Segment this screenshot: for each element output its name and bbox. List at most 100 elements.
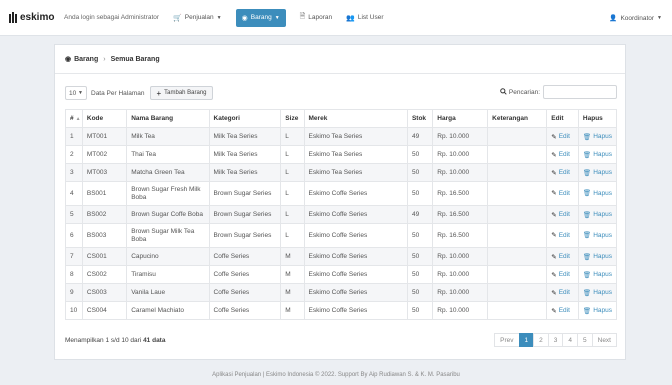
cell-hapus: 🗑 Hapus [577,205,618,224]
chevron-down-icon: ▼ [78,90,83,96]
hapus-link[interactable]: 🗑 Hapus [583,232,612,240]
edit-label: Edit [558,289,570,296]
cell-hapus: 🗑 Hapus [577,181,618,206]
edit-link[interactable]: ✎ Edit [551,211,570,219]
caret-down-icon: ▼ [657,15,662,21]
cell-size: M [280,247,305,266]
cell-hapus: 🗑 Hapus [577,283,618,302]
nav-list-user[interactable]: 👥 List User [346,0,383,36]
column-header[interactable]: Harga [432,109,489,128]
sort-asc-icon: ▲ [75,116,81,122]
hapus-link[interactable]: 🗑 Hapus [583,307,612,315]
table-body: 1 MT001 Milk Tea Milk Tea Series L Eskimo Tea… [65,127,618,320]
edit-link[interactable]: ✎ Edit [551,190,570,198]
edit-label: Edit [558,169,570,176]
trash-icon: 🗑 [582,289,592,297]
barang-table: # ▲ Kode Nama Barang Kategori Size Merek Stok Ha… [65,109,618,320]
edit-label: Edit [558,189,570,197]
pagination-page-1[interactable]: 1 [518,333,535,347]
page-length-select[interactable]: 10 ▼ [65,86,87,100]
hapus-label: Hapus [593,189,612,197]
edit-label: Edit [558,307,570,314]
cell-stok: 50 [406,181,434,206]
table-row: 2 MT002 Thai Tea Milk Tea Series L Eskimo Tea… [65,145,618,164]
hapus-link[interactable]: 🗑 Hapus [583,151,612,159]
edit-label: Edit [558,271,570,278]
cell-kategori: Coffe Series [208,247,282,266]
hapus-link[interactable]: 🗑 Hapus [583,271,612,279]
cell-kategori: Milk Tea Series [208,127,282,146]
edit-link[interactable]: ✎ Edit [551,307,570,315]
hapus-link[interactable]: 🗑 Hapus [583,211,612,219]
cell-hapus: 🗑 Hapus [577,145,618,164]
cell-nama: Thai Tea [126,145,210,164]
pencil-icon: ✎ [551,211,557,219]
cell-merek: Eskimo Coffe Series [303,223,408,248]
edit-link[interactable]: ✎ Edit [551,289,570,297]
table-header-row: # ▲ Kode Nama Barang Kategori Size Merek Stok Ha… [65,109,618,128]
table-row: 4 BS001 Brown Sugar Fresh Milk Boba Brown S… [65,181,618,206]
hapus-link[interactable]: 🗑 Hapus [583,133,612,141]
cell-harga: Rp. 10.000 [432,127,489,146]
nav-penjualan-label: Penjualan [184,14,214,21]
column-header[interactable]: Keterangan [487,109,548,128]
cell-hapus: 🗑 Hapus [577,265,618,284]
cell-nama: Matcha Green Tea [126,163,210,182]
hapus-link[interactable]: 🗑 Hapus [583,289,612,297]
cell-ket [487,247,548,266]
column-header[interactable]: Merek [303,109,408,128]
add-barang-button[interactable]: + Tambah Barang [150,86,213,100]
column-header[interactable]: Size [280,109,305,128]
cell-kode: BS001 [81,181,128,206]
cell-merek: Eskimo Coffe Series [303,205,408,224]
column-header[interactable]: Kode [81,109,128,128]
brand[interactable]: eskimo [0,11,64,24]
cell-kode: MT002 [81,145,128,164]
pagination-prev[interactable]: Prev [494,333,520,347]
cell-kode: MT003 [81,163,128,182]
hapus-label: Hapus [593,289,612,296]
pagination-page-5[interactable]: 5 [577,333,593,347]
trash-icon: 🗑 [582,169,592,177]
cell-stok: 49 [406,127,434,146]
pagination: Prev 1 2 3 4 5 Next [494,333,617,347]
cell-ket [487,145,548,164]
hapus-link[interactable]: 🗑 Hapus [583,169,612,177]
edit-link[interactable]: ✎ Edit [551,271,570,279]
cell-size: L [280,127,305,146]
search-input[interactable] [543,85,617,99]
hapus-link[interactable]: 🗑 Hapus [583,253,612,261]
pagination-page-4[interactable]: 4 [562,333,578,347]
nav-penjualan[interactable]: 🛒 Penjualan ▼ [173,0,222,36]
column-header[interactable]: # ▲ [65,109,83,128]
column-header[interactable]: Edit [546,109,579,128]
cell-kode: CS002 [81,265,128,284]
pagination-next[interactable]: Next [591,333,617,347]
breadcrumb-root[interactable]: Barang [74,56,98,63]
column-header[interactable]: Hapus [577,109,618,128]
edit-link[interactable]: ✎ Edit [551,151,570,159]
nav-barang[interactable]: ◉ Barang ▼ [235,8,286,27]
pencil-icon: ✎ [551,231,557,239]
cell-no: 6 [65,223,83,248]
column-header[interactable]: Stok [406,109,434,128]
hapus-link[interactable]: 🗑 Hapus [583,190,612,198]
cell-harga: Rp. 10.000 [432,247,489,266]
pencil-icon: ✎ [551,133,557,141]
cell-size: M [280,301,305,320]
user-menu[interactable]: 👤 Koordinator ▼ [609,0,662,36]
cell-edit: ✎ Edit [546,223,579,248]
edit-link[interactable]: ✎ Edit [551,133,570,141]
table-row: 5 BS002 Brown Sugar Coffe Boba Brown Sugar … [65,205,618,224]
pagination-page-3[interactable]: 3 [547,333,564,347]
edit-link[interactable]: ✎ Edit [551,253,570,261]
edit-link[interactable]: ✎ Edit [551,169,570,177]
pagination-page-2[interactable]: 2 [533,333,549,347]
column-header[interactable]: Kategori [208,109,282,128]
pencil-icon: ✎ [551,189,557,197]
table-row: 1 MT001 Milk Tea Milk Tea Series L Eskimo Tea… [65,127,618,146]
nav-laporan[interactable]: 🗎 Laporan [300,0,333,36]
column-header[interactable]: Nama Barang [126,109,210,128]
edit-link[interactable]: ✎ Edit [551,232,570,240]
cell-merek: Eskimo Coffe Series [303,283,408,302]
